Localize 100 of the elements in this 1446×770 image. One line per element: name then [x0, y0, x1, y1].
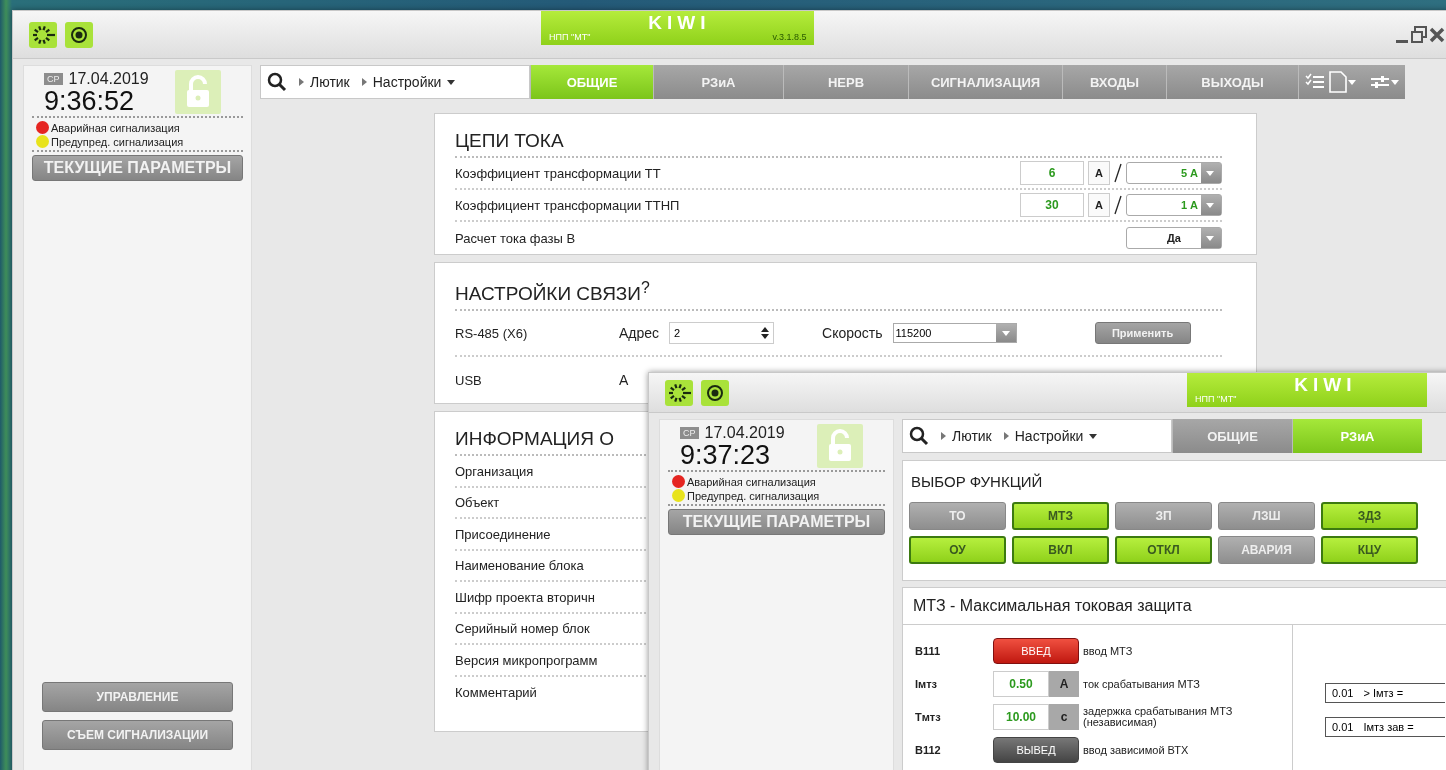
function-button[interactable]: КЦУ	[1321, 536, 1418, 564]
sliders-button[interactable]	[1369, 73, 1399, 91]
tab[interactable]: РЗиА	[653, 65, 783, 99]
alarm-label: Аварийная сигнализация	[51, 121, 180, 134]
current-parameters-button[interactable]: ТЕКУЩИЕ ПАРАМЕТРЫ	[32, 155, 243, 181]
list-button[interactable]	[1305, 73, 1325, 91]
breadcrumb-item[interactable]: Лютик	[941, 428, 992, 444]
function-button[interactable]: ЛЗШ	[1218, 502, 1315, 530]
panel-button[interactable]: СЪЕМ СИГНАЛИЗАЦИИ	[42, 720, 233, 750]
caret-icon	[1205, 202, 1214, 208]
dropdown[interactable]: 5 А	[1126, 162, 1222, 184]
unit-label: А	[1088, 161, 1110, 185]
weekday-badge: СР	[680, 427, 699, 439]
parameter-code: В112	[915, 744, 942, 756]
info-label: Объект	[455, 495, 500, 511]
target-icon[interactable]	[701, 379, 729, 406]
spinner-icon[interactable]	[665, 379, 693, 406]
dropdown[interactable]: Да	[1126, 227, 1222, 249]
value-field[interactable]: 10.00	[993, 704, 1049, 730]
app-name: KIWI	[648, 11, 711, 35]
caret-icon	[1205, 235, 1214, 241]
tab[interactable]: НЕРВ	[783, 65, 908, 99]
caret-icon	[1089, 433, 1098, 439]
readout-value: 0.01	[1332, 687, 1354, 699]
port-label: RS-485 (X6)	[455, 325, 529, 341]
caret-icon	[447, 79, 456, 85]
dropdown[interactable]: 1 А	[1126, 194, 1222, 216]
parameter-description: задержка срабатывания МТЗ (независимая)	[1083, 706, 1234, 728]
field-label: Адрес	[619, 325, 660, 342]
setting-label: Коэффициент трансформации ТТНП	[455, 197, 680, 213]
info-label: Серийный номер блок	[455, 621, 590, 637]
breadcrumb-item[interactable]: Настройки	[361, 74, 456, 90]
function-button[interactable]: ЗДЗ	[1321, 502, 1418, 530]
function-button[interactable]: ОУ	[909, 536, 1006, 564]
caret-icon	[1348, 79, 1356, 85]
chevron-icon	[1003, 432, 1009, 440]
function-button[interactable]: ВКЛ	[1012, 536, 1109, 564]
slash-icon	[1114, 162, 1122, 184]
function-button[interactable]: ОТКЛ	[1115, 536, 1212, 564]
tab[interactable]: СИГНАЛИЗАЦИЯ	[908, 65, 1062, 99]
clock-time: 9:36:52	[44, 88, 136, 114]
info-label: Комментарий	[455, 685, 537, 701]
setting-label: Расчет тока фазы В	[455, 230, 576, 246]
search-icon[interactable]	[909, 426, 929, 446]
weekday-badge: СР	[44, 73, 63, 85]
breadcrumb-item[interactable]: Настройки	[1003, 428, 1098, 444]
parameter-description: ток срабатывания МТЗ	[1083, 678, 1201, 690]
field-label: Скорость	[822, 325, 883, 342]
version-label: v.3.1.8.5	[772, 32, 807, 42]
company-name: НПП "МТ"	[1195, 394, 1237, 404]
spinner-icon[interactable]	[29, 21, 57, 48]
chevron-icon	[299, 78, 304, 86]
panel-button[interactable]: УПРАВЛЕНИЕ	[42, 682, 233, 712]
info-label: Версия микропрограмм	[455, 652, 598, 668]
readout-value: 0.01	[1332, 721, 1354, 733]
target-icon[interactable]	[65, 21, 93, 48]
caret-icon	[1205, 170, 1214, 176]
info-label: Шифр проекта вторичн	[455, 589, 596, 605]
unit-label: А	[1088, 193, 1110, 217]
function-button[interactable]: АВАРИЯ	[1218, 536, 1315, 564]
company-name: НПП "МТ"	[549, 32, 591, 42]
caret-icon	[1001, 330, 1010, 336]
alarm-label: Предупред. сигнализация	[687, 489, 820, 502]
app-name: KIWI	[1294, 373, 1357, 397]
parameter-code: Tмтз	[915, 711, 942, 723]
value-field[interactable]: 0.50	[993, 671, 1049, 697]
setting-label: Коэффициент трансформации ТТ	[455, 165, 661, 181]
updown-arrows-icon	[761, 327, 770, 340]
unit-label: с	[1049, 704, 1079, 730]
current-parameters-button[interactable]: ТЕКУЩИЕ ПАРАМЕТРЫ	[668, 509, 885, 535]
toggle-button[interactable]: ВВЕД	[993, 638, 1079, 664]
speed-dropdown[interactable]: 115200	[892, 323, 1017, 344]
alarm-label: Предупред. сигнализация	[51, 135, 184, 148]
chevron-icon	[941, 432, 946, 440]
function-button[interactable]: ЗП	[1115, 502, 1212, 530]
parameter-description: ввод зависимой ВТХ	[1083, 744, 1190, 756]
value-field[interactable]: 30	[1020, 193, 1084, 217]
info-label: Организация	[455, 463, 534, 479]
function-button[interactable]: МТЗ	[1012, 502, 1109, 530]
date-label: 17.04.2019	[68, 70, 149, 88]
apply-button[interactable]: Применить	[1094, 322, 1191, 345]
document-button[interactable]	[1328, 71, 1356, 93]
section-title: ЦЕПИ ТОКА	[455, 114, 1222, 158]
breadcrumb-item[interactable]: Лютик	[299, 74, 350, 90]
tab[interactable]: ОБЩИЕ	[1172, 419, 1292, 453]
address-field[interactable]: 2	[669, 322, 775, 345]
function-button[interactable]: ТО	[909, 502, 1006, 530]
toggle-button[interactable]: ВЫВЕД	[993, 737, 1079, 763]
value-field[interactable]: 6	[1020, 161, 1084, 185]
restore-icon[interactable]	[1411, 24, 1427, 45]
parameter-code: В111	[915, 645, 942, 657]
alarm-label: Аварийная сигнализация	[687, 475, 816, 488]
search-icon[interactable]	[267, 72, 287, 92]
info-label: Наименование блока	[455, 558, 584, 574]
unit-label: А	[1049, 671, 1079, 697]
tab[interactable]: ВХОДЫ	[1062, 65, 1166, 99]
field-label: А	[619, 372, 629, 389]
date-label: 17.04.2019	[704, 424, 785, 442]
tab[interactable]: ВЫХОДЫ	[1166, 65, 1298, 99]
section-title: МТЗ - Максимальная токовая защита	[903, 588, 1446, 625]
